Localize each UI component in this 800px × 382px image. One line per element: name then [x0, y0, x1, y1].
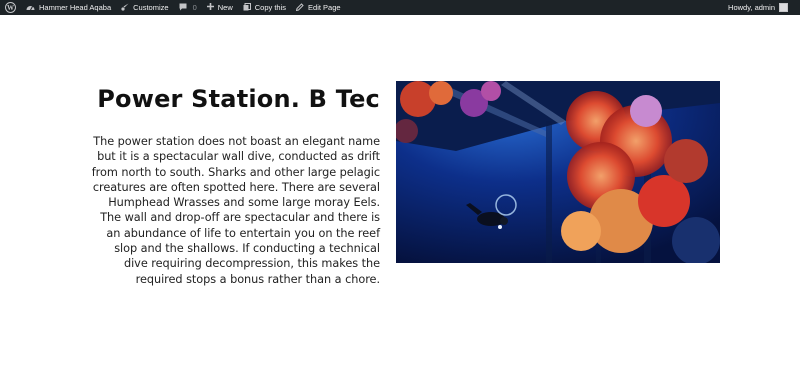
edit-page-link[interactable]: Edit Page: [291, 0, 346, 15]
customize-brush-icon: [121, 3, 129, 13]
new-content-link[interactable]: New: [202, 0, 238, 15]
customize-label: Customize: [133, 3, 169, 12]
page-content: Power Station. B Tec The power station d…: [0, 15, 800, 382]
dive-site-photo: [396, 81, 720, 263]
underwater-coral-image: [396, 81, 720, 263]
copy-this-label: Copy this: [254, 3, 287, 12]
dashboard-icon: [26, 3, 35, 13]
new-label: New: [217, 3, 233, 12]
plus-icon: [206, 3, 214, 12]
edit-page-label: Edit Page: [308, 3, 341, 12]
avatar: [779, 3, 788, 12]
site-name-label: Hammer Head Aqaba: [39, 3, 112, 12]
page-title: Power Station. B Tec: [97, 85, 380, 113]
admin-bar: W Hammer Head Aqaba Customize 0 New Copy…: [0, 0, 800, 15]
copy-this-link[interactable]: Copy this: [238, 0, 291, 15]
dive-site-description: The power station does not boast an eleg…: [91, 135, 380, 286]
my-account-menu[interactable]: Howdy, admin: [723, 0, 800, 15]
edit-pencil-icon: [295, 2, 304, 13]
howdy-label: Howdy, admin: [728, 3, 775, 12]
site-name-link[interactable]: Hammer Head Aqaba: [21, 0, 116, 15]
text-column: Power Station. B Tec The power station d…: [90, 83, 380, 287]
comments-link[interactable]: 0: [174, 0, 202, 15]
wordpress-menu[interactable]: W: [0, 0, 21, 15]
copy-icon: [243, 2, 251, 13]
comments-count: 0: [192, 3, 197, 12]
customize-link[interactable]: Customize: [116, 0, 173, 15]
wordpress-logo-icon: W: [5, 2, 16, 13]
comment-icon: [179, 3, 187, 13]
